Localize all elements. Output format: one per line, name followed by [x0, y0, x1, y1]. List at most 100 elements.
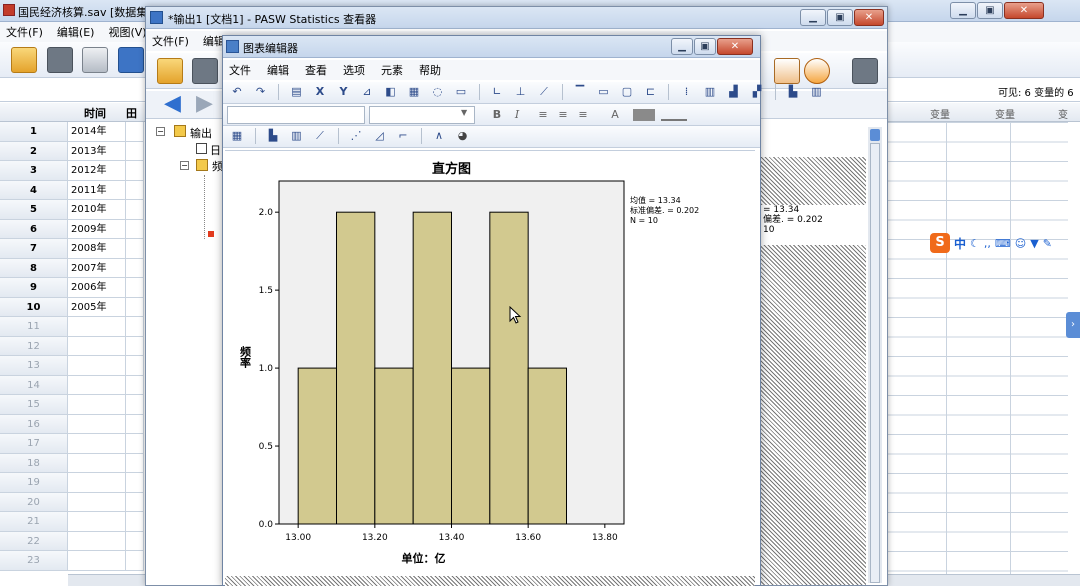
time-cell[interactable]: [68, 336, 126, 356]
time-cell[interactable]: 2010年: [68, 200, 126, 220]
area-icon[interactable]: ◿: [372, 128, 388, 144]
line-style-icon[interactable]: [661, 109, 687, 121]
legend-icon[interactable]: ⊏: [643, 84, 659, 100]
size-combo[interactable]: [369, 106, 475, 124]
menu-file[interactable]: 文件(F): [6, 24, 43, 40]
time-cell[interactable]: [68, 512, 126, 532]
viewer-minimize-button[interactable]: ▁: [800, 9, 826, 26]
col-header-var3[interactable]: 变: [1058, 106, 1068, 121]
right-edge-arrow-icon[interactable]: ›: [1066, 312, 1080, 338]
grid-cell[interactable]: [126, 473, 144, 493]
ime-keyboard-icon[interactable]: ⌨: [995, 237, 1011, 250]
row-number[interactable]: 10: [0, 297, 68, 317]
chart-minimize-button[interactable]: ▁: [671, 38, 693, 55]
grid-cell[interactable]: [126, 219, 144, 239]
bar-chart-icon[interactable]: ▥: [809, 84, 825, 100]
grid-lines-icon[interactable]: ▥: [702, 84, 718, 100]
grid-cell[interactable]: [126, 375, 144, 395]
row-number[interactable]: 21: [0, 512, 68, 532]
grid-cell[interactable]: [126, 395, 144, 415]
select-x-icon[interactable]: X: [312, 84, 328, 100]
line-chart-icon[interactable]: ⟋: [312, 128, 328, 144]
footnote-icon[interactable]: ▢: [619, 84, 635, 100]
grid-cell[interactable]: [126, 356, 144, 376]
title-icon[interactable]: ▔: [572, 84, 588, 100]
ref-line-icon[interactable]: ⊥: [513, 84, 529, 100]
ime-punct-icon[interactable]: ,,: [984, 237, 991, 250]
chart-menu-help[interactable]: 帮助: [419, 62, 441, 78]
back-arrow-icon[interactable]: ◀: [164, 93, 181, 115]
row-number[interactable]: 7: [0, 239, 68, 259]
maximize-button[interactable]: ▣: [977, 2, 1003, 19]
ime-tools-icon[interactable]: ✎: [1043, 237, 1052, 250]
time-cell[interactable]: [68, 356, 126, 376]
pie-icon[interactable]: ◕: [455, 128, 471, 144]
time-cell[interactable]: 2013年: [68, 141, 126, 161]
time-cell[interactable]: 2006年: [68, 278, 126, 298]
viewer-open-icon[interactable]: [157, 58, 183, 84]
time-cell[interactable]: 2007年: [68, 258, 126, 278]
text-box-icon[interactable]: ▭: [596, 84, 612, 100]
text-color-button[interactable]: A: [607, 107, 623, 123]
time-cell[interactable]: 2011年: [68, 180, 126, 200]
row-number[interactable]: 4: [0, 180, 68, 200]
cluster-icon[interactable]: ▞: [749, 84, 765, 100]
forward-arrow-icon[interactable]: ▶: [196, 93, 213, 115]
align-left-icon[interactable]: ≡: [535, 107, 551, 123]
row-number[interactable]: 12: [0, 336, 68, 356]
grid-cell[interactable]: [126, 239, 144, 259]
dialog-recall-icon[interactable]: [117, 47, 144, 73]
col-header-time[interactable]: 时间: [68, 105, 122, 121]
time-cell[interactable]: [68, 317, 126, 337]
undo-icon[interactable]: ↶: [229, 84, 245, 100]
align-right-icon[interactable]: ≡: [575, 107, 591, 123]
toggle-pane-icon[interactable]: [852, 58, 878, 84]
collapse-toggle-2-icon[interactable]: −: [180, 161, 189, 170]
viewer-save-icon[interactable]: [191, 58, 218, 84]
chart-type-icon[interactable]: ▦: [229, 128, 245, 144]
viewer-vertical-scrollbar[interactable]: [868, 127, 882, 583]
save-icon[interactable]: [46, 47, 73, 73]
row-number[interactable]: 22: [0, 531, 68, 551]
row-number[interactable]: 5: [0, 200, 68, 220]
ime-skin-icon[interactable]: ▼: [1030, 237, 1038, 250]
grid-cell[interactable]: [126, 317, 144, 337]
axis-icon[interactable]: ∟: [489, 84, 505, 100]
row-number[interactable]: 15: [0, 395, 68, 415]
row-number[interactable]: 11: [0, 317, 68, 337]
row-number[interactable]: 14: [0, 375, 68, 395]
interpolation-icon[interactable]: ∧: [431, 128, 447, 144]
lasso-icon[interactable]: ◌: [430, 84, 446, 100]
fill-color-icon[interactable]: [633, 109, 655, 121]
grid-cell[interactable]: [126, 414, 144, 434]
time-cell[interactable]: [68, 551, 126, 571]
scatter-icon[interactable]: ⋰: [348, 128, 364, 144]
stacked-bar-icon[interactable]: ▥: [289, 128, 305, 144]
bar-icon[interactable]: ▙: [265, 128, 281, 144]
time-cell[interactable]: [68, 395, 126, 415]
hide-legend-icon[interactable]: ◧: [383, 84, 399, 100]
designate-window-icon[interactable]: [804, 58, 830, 84]
font-combo[interactable]: [227, 106, 365, 124]
time-cell[interactable]: [68, 434, 126, 454]
time-cell[interactable]: 2014年: [68, 122, 126, 142]
row-number[interactable]: 16: [0, 414, 68, 434]
viewer-close-button[interactable]: ✕: [854, 9, 884, 26]
bold-button[interactable]: B: [489, 107, 505, 123]
time-cell[interactable]: 2005年: [68, 297, 126, 317]
chart-menu-file[interactable]: 文件: [229, 62, 251, 78]
ime-moon-icon[interactable]: ☾: [970, 237, 980, 250]
row-number[interactable]: 2: [0, 141, 68, 161]
grid-cell[interactable]: [126, 122, 144, 142]
chart-menu-options[interactable]: 选项: [343, 62, 365, 78]
grid-cell[interactable]: [126, 453, 144, 473]
row-number[interactable]: 13: [0, 356, 68, 376]
menu-view[interactable]: 视图(V): [108, 24, 146, 40]
grid-cell[interactable]: [126, 531, 144, 551]
close-button[interactable]: ✕: [1004, 2, 1044, 19]
grid-cell[interactable]: [126, 297, 144, 317]
row-number[interactable]: 3: [0, 161, 68, 181]
align-center-icon[interactable]: ≡: [555, 107, 571, 123]
row-number[interactable]: 19: [0, 473, 68, 493]
chart-menu-elements[interactable]: 元素: [381, 62, 403, 78]
